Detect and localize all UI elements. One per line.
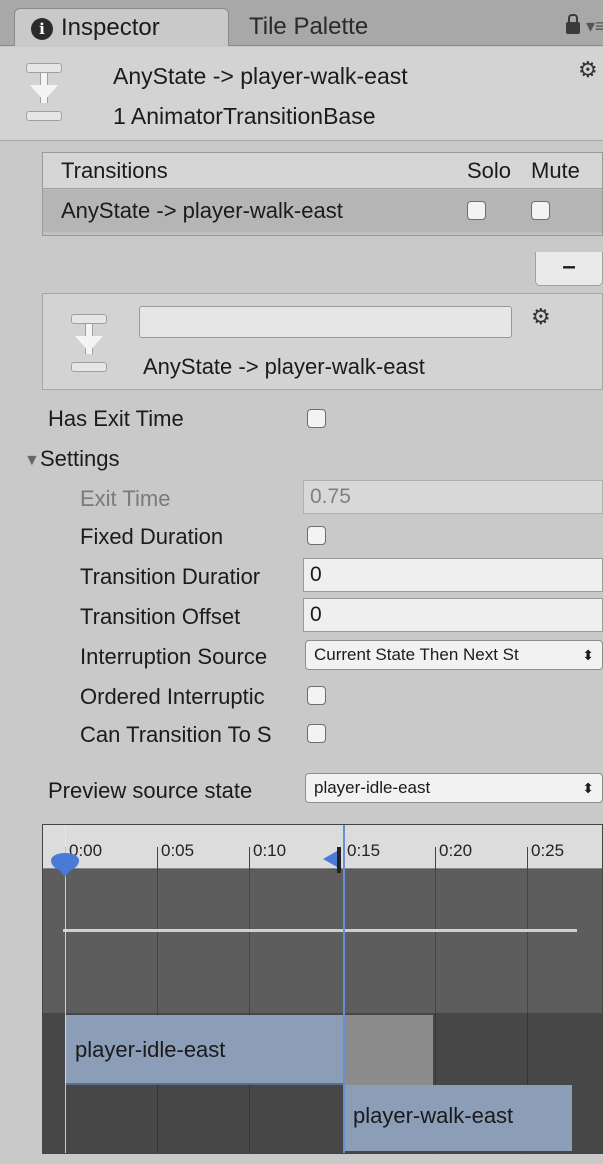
transition-duration-label: Transition Duratior	[80, 564, 261, 589]
transition-icon	[24, 63, 64, 121]
context-menu-icon[interactable]: ▾≡	[586, 16, 603, 37]
transition-duration-field[interactable]: 0	[303, 558, 603, 592]
fixed-duration-checkbox[interactable]	[307, 526, 326, 545]
interruption-source-label: Interruption Source	[80, 644, 268, 669]
selected-transition-box: ⚙ AnyState -> player-walk-east	[42, 293, 603, 390]
timeline-curve-area	[43, 870, 602, 1013]
transitions-list: Transitions Solo Mute AnyState -> player…	[42, 152, 603, 236]
ordered-interruption-label: Ordered Interruptic	[80, 684, 265, 709]
solo-checkbox[interactable]	[467, 201, 486, 220]
target-state-clip[interactable]: player-walk-east	[343, 1085, 572, 1151]
col-solo: Solo	[467, 158, 512, 183]
weight-curve	[63, 929, 577, 932]
has-exit-time-label: Has Exit Time	[48, 406, 184, 431]
transition-end-line	[343, 825, 345, 1153]
source-state-label: player-idle-east	[75, 1037, 226, 1062]
header-subtitle: 1 AnimatorTransitionBase	[113, 103, 376, 129]
dropdown-arrows-icon: ⬍	[582, 647, 594, 663]
settings-foldout-arrow-icon[interactable]: ▼	[24, 452, 40, 470]
mute-checkbox[interactable]	[531, 201, 550, 220]
transition-name-field[interactable]	[139, 306, 512, 338]
interruption-source-dropdown[interactable]: Current State Then Next St ⬍	[305, 640, 603, 670]
col-mute: Mute	[531, 158, 580, 183]
transition-marker-icon[interactable]	[323, 847, 345, 873]
info-icon: i	[31, 18, 53, 40]
preview-source-value: player-idle-east	[314, 778, 431, 797]
transition-timeline[interactable]: player-idle-east player-walk-east 0:00 0…	[42, 824, 603, 1154]
source-state-tail	[343, 1015, 433, 1085]
can-transition-to-self-label: Can Transition To S	[80, 722, 272, 747]
selected-transition-label: AnyState -> player-walk-east	[143, 354, 425, 379]
has-exit-time-checkbox[interactable]	[307, 409, 326, 428]
tick-label: 0:05	[156, 841, 195, 871]
tab-inspector-label: Inspector	[61, 14, 160, 41]
transition-icon	[69, 314, 109, 372]
preview-source-dropdown[interactable]: player-idle-east ⬍	[305, 773, 603, 803]
tab-tile-palette[interactable]: Tile Palette	[245, 8, 445, 46]
preview-source-label: Preview source state	[48, 778, 253, 803]
transitions-list-header: Transitions Solo Mute	[43, 153, 602, 189]
ordered-interruption-checkbox[interactable]	[307, 686, 326, 705]
tab-tile-palette-label: Tile Palette	[249, 13, 369, 40]
interruption-source-value: Current State Then Next St	[314, 645, 519, 664]
transition-offset-field[interactable]: 0	[303, 598, 603, 632]
transition-row-label: AnyState -> player-walk-east	[61, 198, 343, 223]
header-title: AnyState -> player-walk-east	[113, 63, 408, 89]
tab-bar: i Inspector Tile Palette ▾≡	[0, 0, 603, 46]
target-state-label: player-walk-east	[353, 1103, 514, 1128]
transition-offset-label: Transition Offset	[80, 604, 241, 629]
remove-transition-button[interactable]: –	[535, 252, 603, 286]
lock-icon[interactable]	[566, 14, 580, 34]
transition-gear-icon[interactable]: ⚙	[531, 304, 551, 330]
col-transitions: Transitions	[61, 158, 168, 183]
tick-label: 0:10	[248, 841, 287, 871]
exit-time-label: Exit Time	[80, 486, 171, 511]
fixed-duration-label: Fixed Duration	[80, 524, 224, 549]
tick-label: 0:20	[434, 841, 473, 871]
exit-time-field: 0.75	[303, 480, 603, 514]
dropdown-arrows-icon: ⬍	[582, 780, 594, 796]
source-state-clip[interactable]: player-idle-east	[65, 1015, 343, 1085]
inspector-header: AnyState -> player-walk-east 1 AnimatorT…	[0, 47, 603, 141]
tick-label: 0:25	[526, 841, 565, 871]
can-transition-to-self-checkbox[interactable]	[307, 724, 326, 743]
settings-gear-icon[interactable]: ⚙	[578, 57, 598, 83]
tab-inspector[interactable]: i Inspector	[14, 8, 229, 46]
transition-row[interactable]: AnyState -> player-walk-east	[43, 190, 602, 232]
settings-foldout-label[interactable]: Settings	[40, 446, 120, 472]
tick-label: 0:15	[342, 841, 381, 871]
